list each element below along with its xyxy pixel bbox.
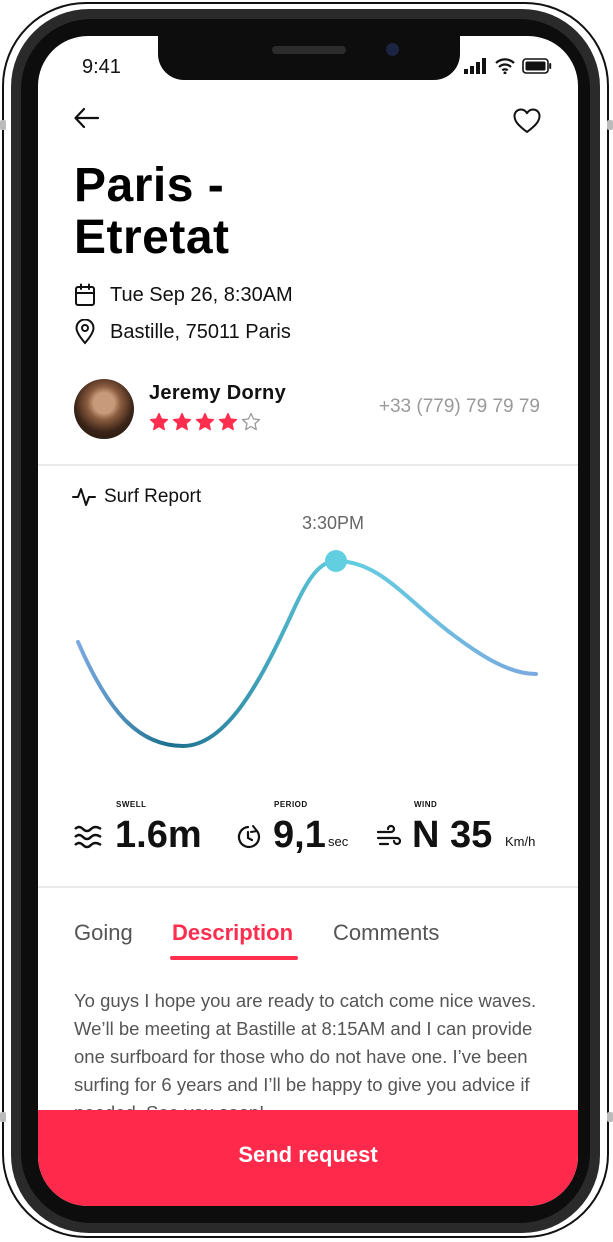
star-filled-icon	[172, 412, 192, 431]
status-icons	[464, 58, 552, 74]
trip-title-line: Etretat	[74, 211, 230, 264]
surf-report-title: Surf Report	[104, 486, 202, 507]
host-phone[interactable]: +33 (779) 79 79 79	[379, 396, 540, 418]
trip-date-row: Tue Sep 26, 8:30AM	[74, 283, 293, 307]
map-pin-icon	[74, 319, 96, 345]
star-empty-icon	[241, 412, 261, 431]
divider	[38, 464, 578, 466]
send-request-button[interactable]: Send request	[38, 1110, 578, 1206]
wind-caption: WIND	[414, 800, 438, 809]
clock-icon	[235, 824, 261, 855]
trip-title: Paris - Etretat	[74, 160, 230, 264]
favorite-button[interactable]	[512, 106, 542, 136]
status-time: 9:41	[82, 56, 121, 78]
trip-date: Tue Sep 26, 8:30AM	[110, 283, 293, 306]
battery-icon	[522, 58, 552, 74]
camera	[386, 43, 399, 56]
star-filled-icon	[218, 412, 238, 431]
side-button	[607, 1112, 613, 1122]
surf-report-header: Surf Report	[72, 486, 201, 508]
side-button	[0, 1112, 6, 1122]
swell-chart	[76, 550, 538, 749]
period-unit: sec	[328, 834, 349, 849]
trip-description: Yo guys I hope you are ready to catch co…	[74, 990, 537, 1123]
notch	[158, 36, 460, 80]
wifi-icon	[495, 58, 515, 74]
trip-title-line: Paris -	[74, 159, 225, 212]
tab-comments[interactable]: Comments	[333, 920, 439, 946]
period-caption: PERIOD	[274, 800, 308, 809]
arrow-left-icon	[74, 107, 100, 129]
swell-curve	[76, 558, 538, 749]
period-value: 9,1	[273, 814, 326, 856]
tab-description[interactable]: Description	[172, 920, 293, 946]
swell-value: 1.6m	[115, 814, 202, 856]
swell-caption: SWELL	[116, 800, 147, 809]
side-button	[0, 120, 6, 130]
wind-icon	[376, 824, 402, 855]
heart-icon	[513, 108, 541, 133]
side-button	[607, 120, 613, 130]
activity-icon	[72, 488, 96, 506]
signal-icon	[464, 58, 486, 74]
tab-going[interactable]: Going	[74, 920, 133, 946]
host-rating	[149, 412, 261, 431]
trip-location: Bastille, 75011 Paris	[110, 320, 291, 343]
calendar-icon	[74, 283, 96, 307]
star-filled-icon	[149, 412, 169, 431]
active-tab-indicator	[170, 956, 298, 960]
screen: 9:41 Paris - Etretat Tue Sep 26, 8:30AM …	[38, 36, 578, 1206]
wind-value: N 35	[412, 814, 493, 856]
wind-unit: Km/h	[505, 834, 536, 849]
waves-icon	[74, 824, 102, 855]
trip-location-row: Bastille, 75011 Paris	[74, 319, 291, 345]
divider	[38, 886, 578, 888]
star-filled-icon	[195, 412, 215, 431]
host-avatar[interactable]	[74, 379, 134, 439]
peak-time-label: 3:30PM	[302, 513, 365, 533]
speaker	[272, 46, 346, 54]
host-name[interactable]: Jeremy Dorny	[149, 382, 286, 405]
back-button[interactable]	[72, 104, 102, 132]
peak-point[interactable]	[325, 550, 347, 572]
